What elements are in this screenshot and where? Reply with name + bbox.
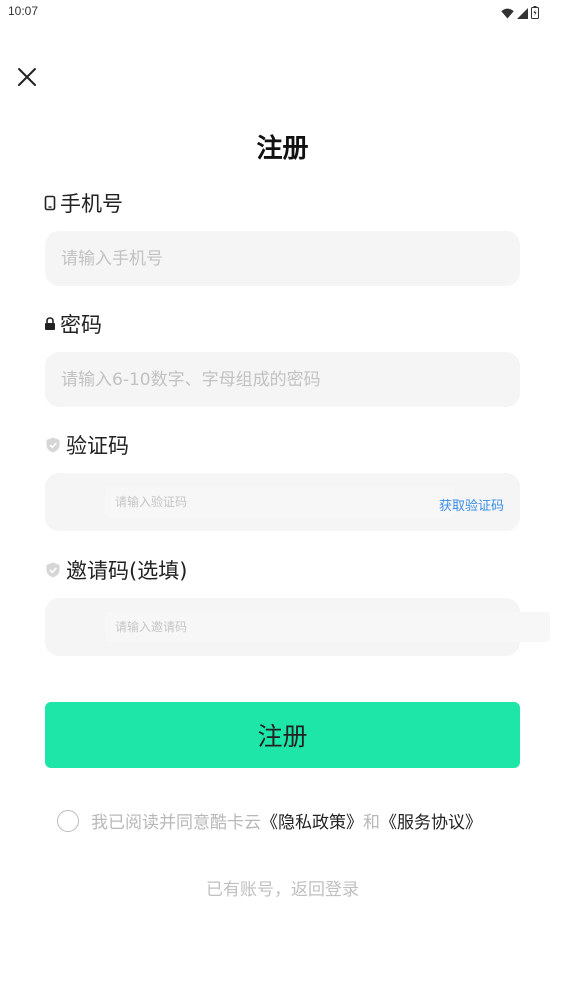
password-label: 密码 — [60, 313, 102, 337]
signal-icon — [517, 4, 528, 23]
shield-icon — [44, 436, 62, 454]
invite-label: 邀请码(选填) — [66, 559, 188, 583]
agree-checkbox[interactable] — [57, 809, 79, 832]
password-label-row: 密码 — [44, 309, 102, 339]
verification-label: 验证码 — [66, 434, 129, 458]
password-input[interactable] — [45, 352, 520, 407]
back-to-login-link[interactable]: 已有账号，返回登录 — [0, 875, 565, 900]
wifi-icon — [501, 4, 514, 23]
status-icons — [501, 4, 539, 23]
shield-icon — [44, 561, 62, 579]
phone-field-container — [45, 231, 520, 286]
verification-label-row: 验证码 — [44, 430, 129, 460]
get-code-button[interactable]: 获取验证码 — [439, 495, 504, 514]
service-agreement-link[interactable]: 《服务协议》 — [380, 808, 482, 833]
phone-icon — [44, 195, 56, 211]
agreement-row: 我已阅读并同意酷卡云 《隐私政策》 和 《服务协议》 — [57, 808, 482, 833]
invite-label-row: 邀请码(选填) — [44, 555, 187, 585]
phone-label: 手机号 — [60, 192, 123, 216]
agreement-prefix: 我已阅读并同意酷卡云 — [91, 813, 261, 833]
lock-icon — [44, 317, 56, 331]
close-icon — [17, 67, 37, 91]
invite-input[interactable] — [105, 612, 550, 642]
page-title: 注册 — [256, 134, 309, 164]
phone-input[interactable] — [45, 231, 520, 286]
close-button[interactable] — [14, 66, 40, 92]
register-button[interactable]: 注册 — [45, 702, 520, 768]
phone-label-row: 手机号 — [44, 188, 123, 218]
status-bar: 10:07 — [0, 0, 565, 24]
password-field-container — [45, 352, 520, 407]
verification-input-wrap — [105, 487, 455, 517]
battery-icon — [531, 4, 539, 23]
invite-field-container — [45, 598, 550, 656]
verification-field-container: 获取验证码 — [45, 473, 520, 531]
agreement-conjunction: 和 — [363, 813, 380, 833]
status-time: 10:07 — [8, 4, 39, 18]
verification-input[interactable] — [105, 487, 455, 517]
privacy-policy-link[interactable]: 《隐私政策》 — [261, 808, 363, 833]
invite-input-wrap — [105, 612, 550, 642]
